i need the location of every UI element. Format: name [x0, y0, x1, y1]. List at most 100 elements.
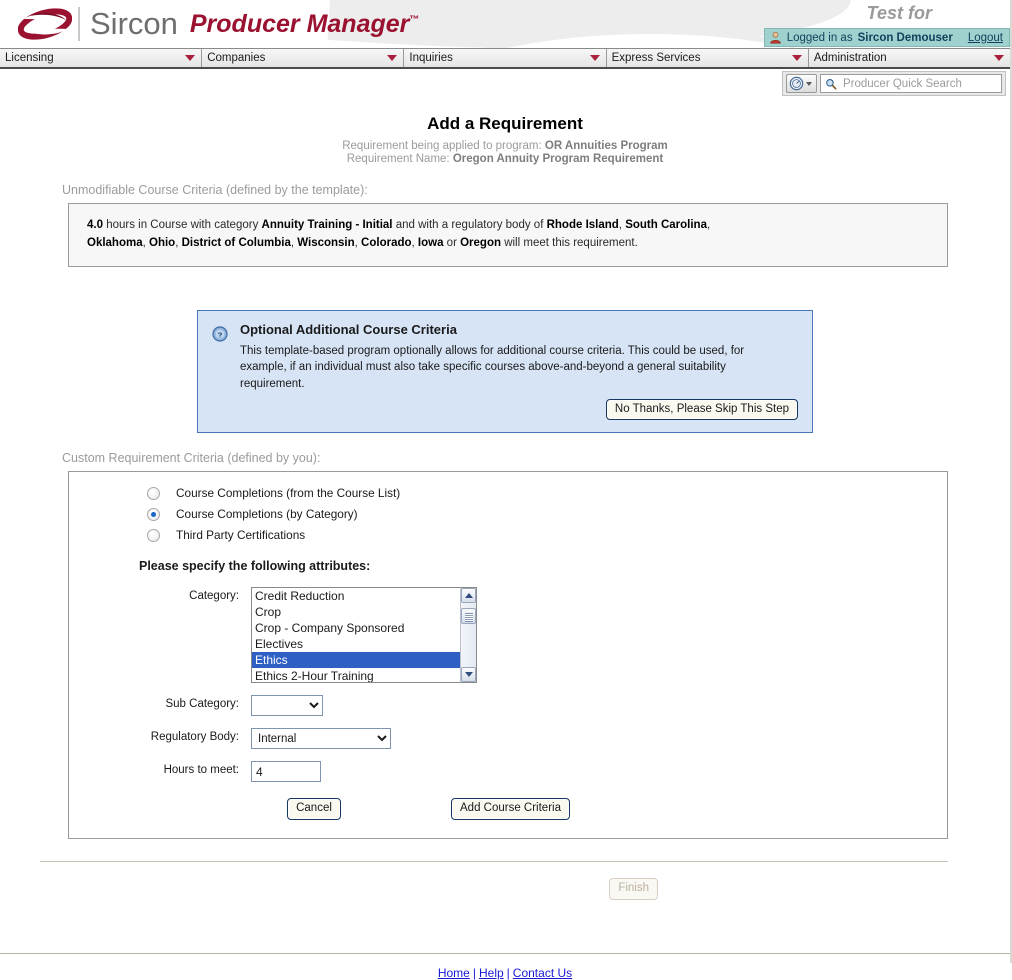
page-subtitle-requirement: Requirement Name: Oregon Annuity Program… — [346, 153, 664, 165]
list-item[interactable]: Credit Reduction — [252, 588, 460, 604]
regulatory-body-select[interactable]: Internal — [251, 728, 391, 750]
chevron-down-icon — [185, 55, 196, 61]
chevron-down-icon — [791, 55, 802, 61]
footer-link-help[interactable]: Help — [479, 966, 504, 980]
page-subtitle-program: Requirement being applied to program: OR… — [342, 140, 668, 152]
user-icon — [770, 31, 781, 44]
list-item[interactable]: Crop - Company Sponsored — [252, 620, 460, 636]
unmodifiable-criteria-box: 4.0 hours in Course with category Annuit… — [68, 203, 948, 267]
search-input[interactable] — [841, 76, 997, 91]
category-listbox[interactable]: Credit Reduction Crop Crop - Company Spo… — [251, 587, 477, 684]
unmodifiable-section-label: Unmodifiable Course Criteria (defined by… — [62, 183, 368, 197]
footer-separator: | — [472, 966, 476, 980]
field-row-hours: Hours to meet: — [85, 761, 931, 783]
sub-category-select[interactable] — [251, 695, 323, 717]
field-row-sub-category: Sub Category: — [85, 695, 931, 717]
sub-category-label: Sub Category: — [165, 698, 239, 711]
sircon-swoosh-logo-icon — [18, 8, 72, 40]
chevron-up-icon — [464, 593, 473, 599]
scroll-up-button[interactable] — [461, 588, 476, 604]
list-item[interactable]: Ethics 2-Hour Training — [252, 668, 460, 682]
page-title: Add a Requirement — [427, 114, 583, 133]
footer-link-home[interactable]: Home — [438, 966, 470, 980]
app-logo[interactable]: Sircon Producer Manager™ — [18, 2, 419, 46]
nav-item-inquiries[interactable]: Inquiries — [404, 49, 607, 67]
chevron-down-icon — [387, 55, 398, 61]
chevron-down-icon — [806, 81, 812, 86]
radio-label: Course Completions (by Category) — [176, 507, 358, 522]
svg-text:?: ? — [218, 330, 223, 339]
radio-option-by-category[interactable]: Course Completions (by Category) — [147, 507, 931, 521]
field-row-category: Category: Credit Reduction Crop Crop - C… — [85, 587, 931, 684]
nav-item-administration[interactable]: Administration — [808, 49, 1011, 67]
cancel-button[interactable]: Cancel — [287, 798, 341, 821]
chevron-down-icon — [994, 55, 1005, 61]
custom-criteria-actions: Cancel Add Course Criteria — [85, 798, 931, 821]
optional-criteria-title: Optional Additional Course Criteria — [240, 321, 457, 337]
finish-button[interactable]: Finish — [609, 878, 658, 901]
hours-input[interactable] — [251, 761, 321, 783]
trademark-symbol: ™ — [409, 14, 420, 26]
criteria-text: 4.0 hours in Course with category Annuit… — [87, 219, 711, 249]
list-item[interactable]: Electives — [252, 636, 460, 652]
skip-step-button[interactable]: No Thanks, Please Skip This Step — [605, 398, 798, 421]
radio-label: Course Completions (from the Course List… — [176, 486, 401, 501]
logo-product-text: Producer Manager™ — [189, 9, 420, 38]
field-row-regulatory-body: Regulatory Body: Internal — [85, 728, 931, 750]
nav-item-label: Express Services — [611, 52, 701, 64]
nav-item-express-services[interactable]: Express Services — [606, 49, 809, 67]
footer-separator: | — [506, 966, 510, 980]
footer-links: Home | Help | Contact Us — [0, 954, 1010, 980]
scrollbar-thumb[interactable] — [461, 608, 476, 625]
optional-criteria-text: This template-based program optionally a… — [240, 344, 745, 390]
requirement-name: Oregon Annuity Program Requirement — [452, 153, 664, 165]
nav-item-label: Companies — [207, 52, 266, 64]
test-for-label: Test for — [866, 3, 932, 23]
radio-option-third-party[interactable]: Third Party Certifications — [147, 528, 931, 542]
custom-criteria-box: Course Completions (from the Course List… — [68, 471, 948, 840]
main-content: Add a Requirement Requirement being appl… — [0, 114, 1010, 980]
quick-search-input-box[interactable] — [820, 74, 1002, 93]
logged-in-prefix: Logged in as — [786, 31, 853, 44]
category-label: Category: — [189, 590, 239, 603]
category-listbox-scrollbar[interactable] — [460, 588, 476, 683]
add-course-criteria-button[interactable]: Add Course Criteria — [451, 798, 570, 821]
custom-section-label: Custom Requirement Criteria (defined by … — [62, 451, 321, 466]
logo-brand-text: Sircon — [90, 6, 178, 41]
quick-search-row — [0, 69, 1010, 96]
logout-link[interactable]: Logout — [968, 32, 1003, 44]
nav-item-label: Licensing — [5, 52, 54, 64]
quick-search-scope-button[interactable] — [786, 74, 817, 93]
nav-item-licensing[interactable]: Licensing — [0, 49, 203, 67]
category-listbox-items: Credit Reduction Crop Crop - Company Spo… — [252, 588, 460, 682]
chevron-down-icon — [589, 55, 600, 61]
radio-icon[interactable] — [147, 528, 160, 542]
logo-divider — [78, 7, 80, 41]
logged-in-username: Sircon Demouser — [857, 31, 953, 44]
chevron-down-icon — [464, 672, 473, 678]
radio-label: Third Party Certifications — [176, 528, 306, 543]
attributes-heading: Please specify the following attributes: — [139, 559, 371, 574]
quick-search-widget — [782, 71, 1006, 96]
finish-row: Finish — [0, 862, 1010, 901]
page-frame: Sircon Producer Manager™ Test for Logged… — [0, 0, 1012, 980]
regulatory-body-label: Regulatory Body: — [150, 731, 239, 744]
optional-criteria-body: Optional Additional Course Criteria This… — [240, 322, 798, 421]
radio-option-course-list[interactable]: Course Completions (from the Course List… — [147, 486, 931, 500]
logged-in-bar: Logged in as Sircon Demouser Logout — [763, 28, 1010, 47]
nav-item-companies[interactable]: Companies — [202, 49, 405, 67]
radio-icon[interactable] — [147, 486, 160, 500]
nav-item-label: Administration — [813, 52, 887, 64]
radio-icon-selected[interactable] — [147, 507, 160, 521]
program-name: OR Annuities Program — [544, 140, 668, 152]
scroll-down-button[interactable] — [461, 667, 476, 683]
app-header: Sircon Producer Manager™ Test for Logged… — [0, 0, 1010, 48]
globe-icon — [789, 76, 804, 91]
nav-item-label: Inquiries — [409, 52, 453, 64]
list-item-selected[interactable]: Ethics — [252, 652, 460, 669]
optional-criteria-actions: No Thanks, Please Skip This Step — [240, 398, 798, 421]
list-item[interactable]: Crop — [252, 604, 460, 620]
help-circle-icon: ? — [212, 326, 228, 342]
footer-link-contact-us[interactable]: Contact Us — [513, 966, 572, 980]
hours-label: Hours to meet: — [163, 764, 239, 777]
